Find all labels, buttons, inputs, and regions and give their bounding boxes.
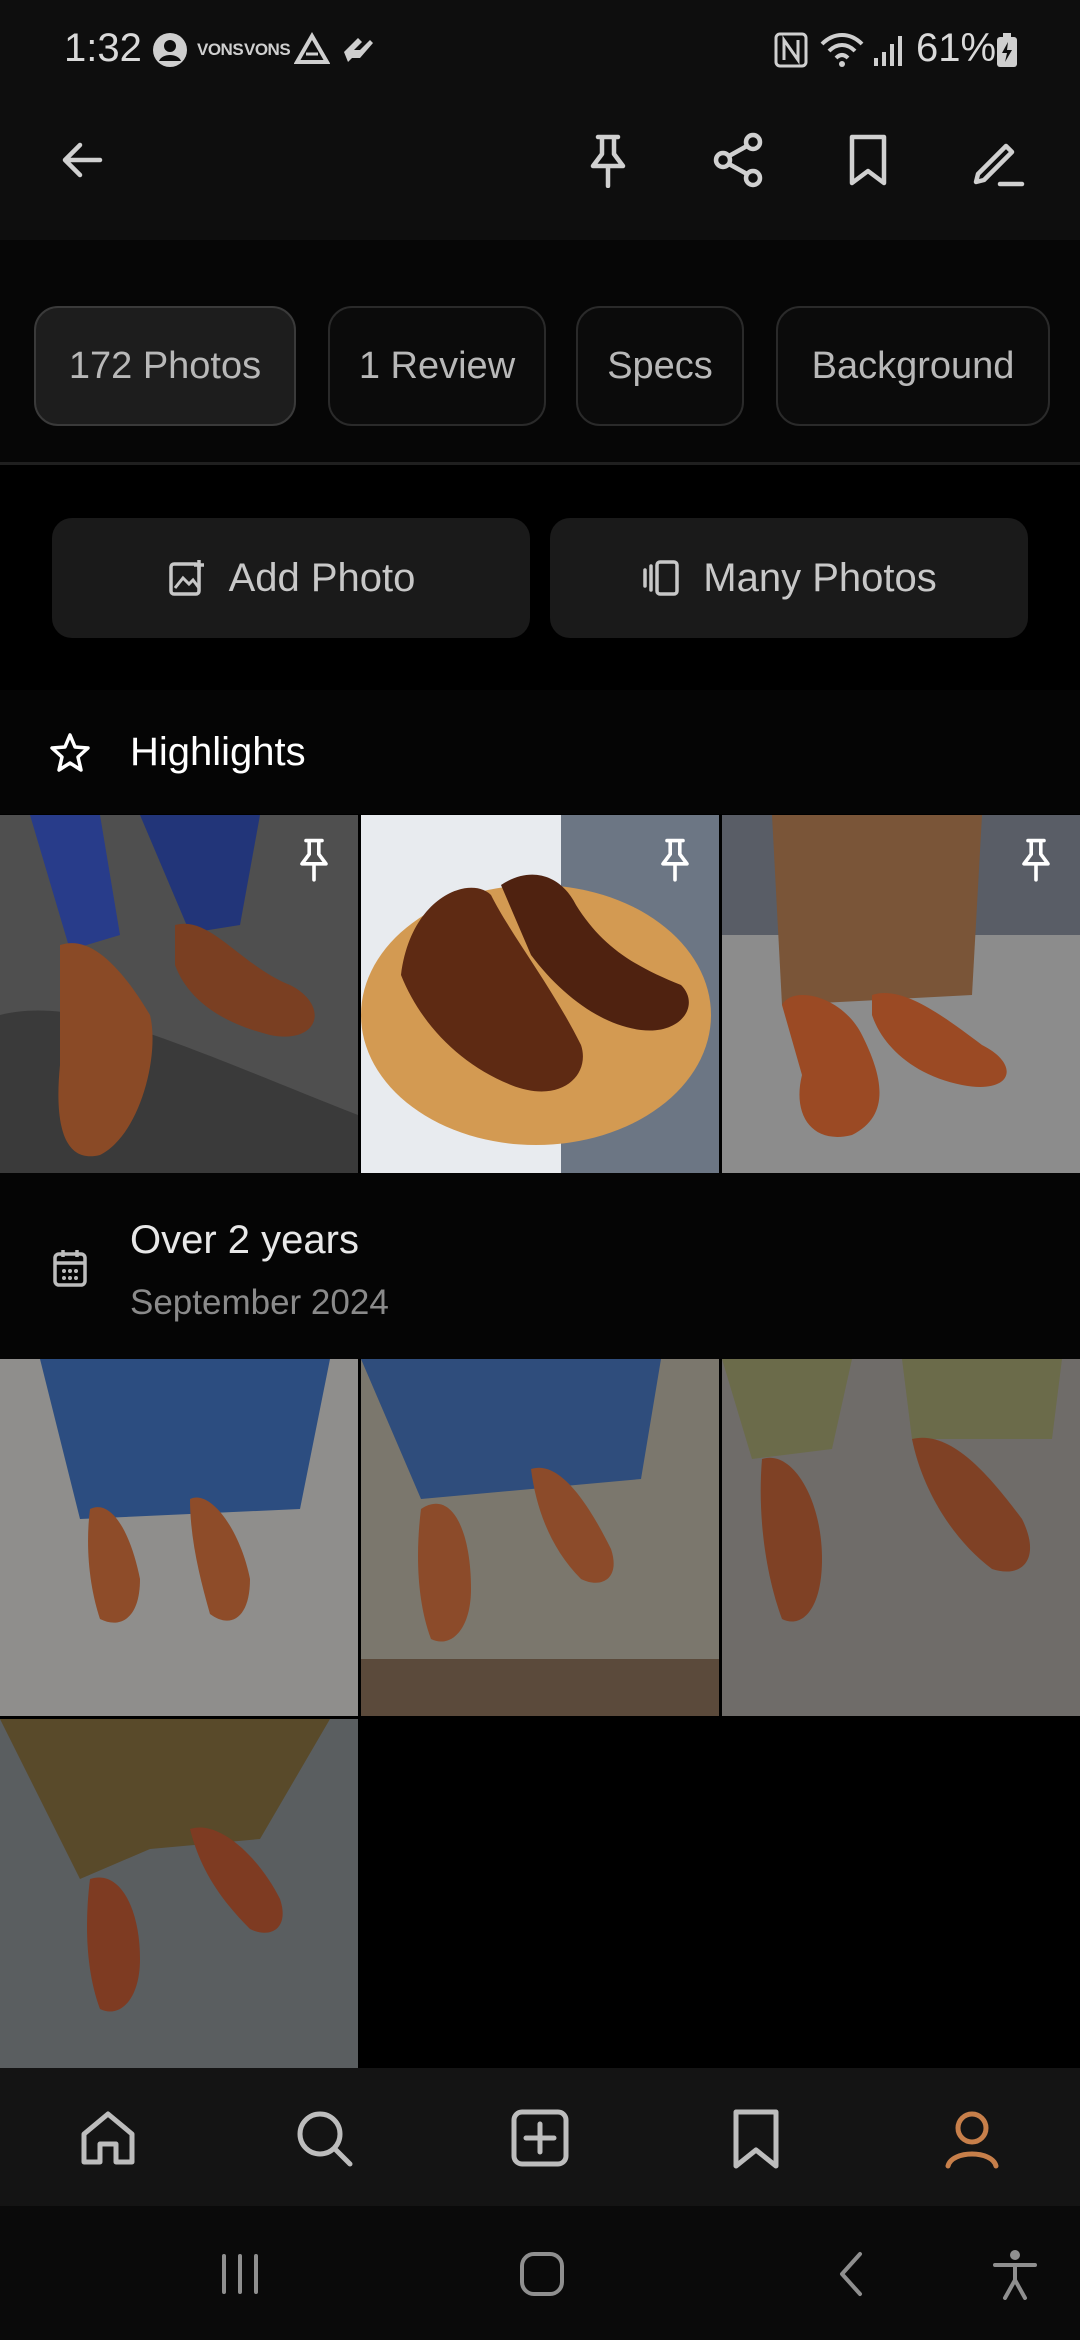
home-button-icon[interactable]: [518, 2250, 566, 2298]
wifi-icon: [820, 32, 864, 68]
search-icon[interactable]: [286, 2100, 362, 2176]
add-icon[interactable]: [502, 2100, 578, 2176]
accessibility-icon[interactable]: [990, 2248, 1040, 2300]
edit-icon[interactable]: [966, 128, 1030, 192]
app-bar: [0, 105, 1080, 240]
photo-grid-item-4[interactable]: [0, 1719, 358, 2068]
many-photos-icon: [641, 558, 681, 598]
highlights-title: Highlights: [130, 730, 306, 774]
star-icon: [50, 732, 90, 772]
photo-grid-item-3[interactable]: [722, 1359, 1080, 1716]
pin-icon[interactable]: [294, 835, 334, 883]
highlight-photo-1[interactable]: [0, 815, 358, 1173]
profile-icon[interactable]: [934, 2100, 1010, 2176]
nfc-icon: [774, 32, 808, 68]
highlight-photo-2[interactable]: [361, 815, 719, 1173]
many-photos-button[interactable]: Many Photos: [550, 518, 1028, 638]
battery-percent: 61%: [916, 26, 997, 70]
add-photo-label: Add Photo: [228, 555, 416, 600]
timeline-date: September 2024: [130, 1283, 389, 1322]
recent-apps-icon[interactable]: [216, 2250, 264, 2298]
add-photo-icon: [167, 558, 207, 598]
highlight-photo-3[interactable]: [722, 815, 1080, 1173]
calendar-icon: [52, 1248, 88, 1288]
photo-boots-olive-chinos: [722, 1359, 1080, 1716]
photo-boots-on-sidewalk: [0, 1719, 358, 2068]
battery-icon: [996, 32, 1018, 68]
pin-icon[interactable]: [1016, 835, 1056, 883]
status-time: 1:32: [64, 26, 142, 70]
tab-background[interactable]: Background: [776, 306, 1050, 426]
timeline-header: [0, 1173, 1080, 1359]
pin-icon[interactable]: [576, 128, 640, 192]
back-arrow-icon[interactable]: [50, 128, 114, 192]
notification-vons-1: VONS: [197, 40, 244, 59]
back-button-icon[interactable]: [830, 2250, 878, 2298]
drive-icon: [294, 32, 330, 68]
account-icon: [152, 32, 188, 68]
notification-vons-2: VONS: [244, 40, 291, 59]
photo-grid-item-2[interactable]: [361, 1359, 719, 1716]
tab-specs[interactable]: Specs: [576, 306, 744, 426]
app-notification-icon: [340, 32, 376, 68]
pin-icon[interactable]: [655, 835, 695, 883]
signal-icon: [872, 32, 906, 68]
many-photos-label: Many Photos: [703, 555, 937, 600]
photo-boots-selvedge-jeans: [0, 1359, 358, 1716]
tab-review[interactable]: 1 Review: [328, 306, 546, 426]
add-photo-button[interactable]: Add Photo: [52, 518, 530, 638]
photo-grid-item-1[interactable]: [0, 1359, 358, 1716]
timeline-title: Over 2 years: [130, 1218, 359, 1262]
photo-boots-on-concrete-gravel: [361, 1359, 719, 1716]
share-icon[interactable]: [706, 128, 770, 192]
tab-photos[interactable]: 172 Photos: [34, 306, 296, 426]
home-icon[interactable]: [70, 2100, 146, 2176]
bookmark-icon[interactable]: [836, 128, 900, 192]
bookmark-icon[interactable]: [718, 2100, 794, 2176]
